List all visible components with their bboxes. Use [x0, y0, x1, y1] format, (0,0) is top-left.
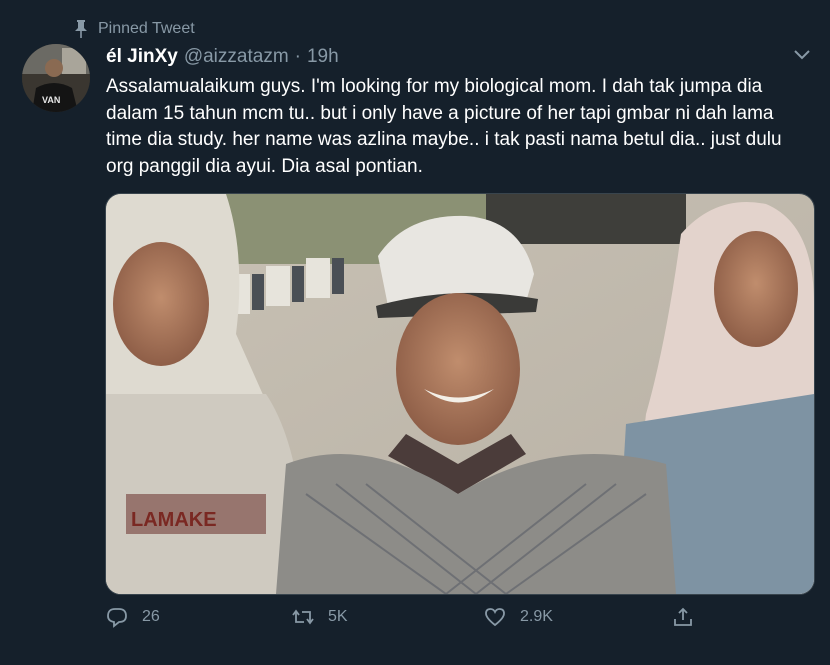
- tweet-text: Assalamualaikum guys. I'm looking for my…: [106, 76, 787, 177]
- retweet-icon: [292, 609, 314, 625]
- pin-icon: [75, 20, 87, 38]
- share-button[interactable]: [672, 606, 694, 628]
- reply-button[interactable]: 26: [106, 606, 160, 628]
- reply-icon: [107, 608, 127, 628]
- photo-image: LAMAKE: [106, 194, 814, 594]
- timestamp[interactable]: 19h: [307, 46, 339, 68]
- retweet-button[interactable]: 5K: [292, 606, 348, 628]
- chevron-down-icon[interactable]: [792, 46, 812, 62]
- tweet-header: él JinXy @aizzatazm · 19h: [106, 46, 339, 68]
- like-icon: [485, 608, 505, 627]
- tweet-photo[interactable]: LAMAKE: [105, 193, 815, 595]
- retweet-count: 5K: [328, 608, 348, 625]
- tweet-actions: 26 5K 2.9K: [106, 606, 706, 636]
- like-button[interactable]: 2.9K: [484, 606, 553, 628]
- reply-count: 26: [142, 608, 160, 625]
- pinned-label: Pinned Tweet: [98, 20, 195, 37]
- avatar[interactable]: VAN: [22, 44, 90, 112]
- user-handle[interactable]: @aizzatazm: [184, 46, 289, 68]
- avatar-shirt-text: VAN: [42, 95, 60, 105]
- shirt-print-text: LAMAKE: [131, 509, 217, 531]
- pinned-indicator: Pinned Tweet: [74, 18, 195, 40]
- display-name[interactable]: él JinXy: [106, 46, 178, 68]
- share-icon: [674, 607, 692, 626]
- like-count: 2.9K: [520, 608, 553, 625]
- separator-dot: ·: [294, 46, 301, 67]
- avatar-image: VAN: [22, 44, 90, 112]
